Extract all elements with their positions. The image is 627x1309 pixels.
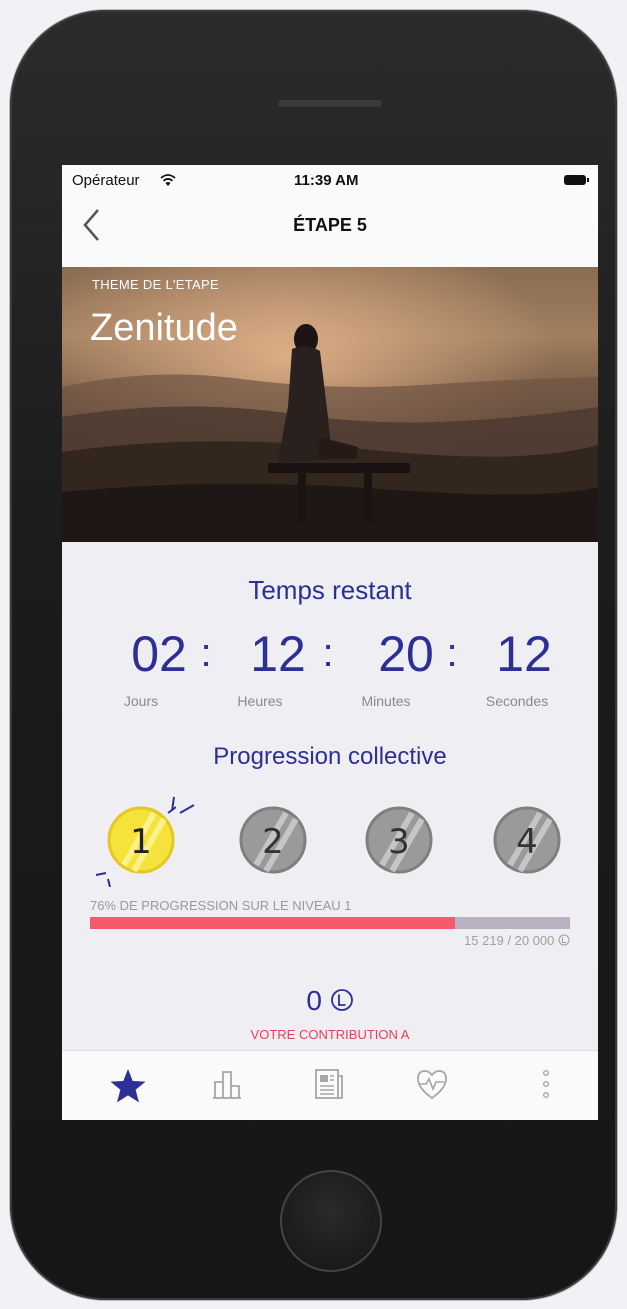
status-bar: Opérateur 11:39 AM xyxy=(62,165,598,195)
countdown-seconds-unit: Secondes xyxy=(485,693,549,709)
status-time: 11:39 AM xyxy=(294,172,359,189)
tab-ranking[interactable] xyxy=(190,1051,270,1120)
wifi-icon xyxy=(160,174,176,186)
tab-bar xyxy=(62,1050,598,1120)
navigation-bar: ÉTAPE 5 xyxy=(62,195,598,268)
sparkle-icon xyxy=(95,872,111,887)
coin-currency-icon xyxy=(558,934,570,946)
contribution-amount: 0 xyxy=(306,985,322,1016)
level-number: 1 xyxy=(130,822,152,862)
countdown-seconds-value: 12 xyxy=(496,626,552,682)
bar-chart-icon xyxy=(213,1071,241,1099)
home-button[interactable] xyxy=(280,1170,382,1272)
countdown-separator: : xyxy=(446,631,458,675)
speaker-grille xyxy=(278,100,382,107)
phone-frame: Opérateur 11:39 AM ÉTAPE 5 THEME DE L'ET… xyxy=(10,10,617,1300)
countdown-separator: : xyxy=(322,631,334,675)
page-title: ÉTAPE 5 xyxy=(293,215,367,235)
countdown-hours-unit: Heures xyxy=(237,693,283,709)
level-3-coin[interactable]: 3 xyxy=(364,805,434,875)
countdown-minutes-unit: Minutes xyxy=(361,693,411,709)
app-screen: Opérateur 11:39 AM ÉTAPE 5 THEME DE L'ET… xyxy=(62,165,598,1120)
more-vertical-icon xyxy=(542,1069,549,1099)
progress-bar-fill xyxy=(90,917,455,929)
tab-star[interactable] xyxy=(88,1051,168,1120)
contribution-label: VOTRE CONTRIBUTION A xyxy=(250,1027,410,1042)
countdown-days-value: 02 xyxy=(131,626,187,682)
coin-currency-icon xyxy=(330,989,353,1011)
tab-news[interactable] xyxy=(290,1051,370,1120)
countdown-minutes-value: 20 xyxy=(378,626,434,682)
carrier-label: Opérateur xyxy=(72,172,140,189)
countdown-hours-value: 12 xyxy=(250,626,306,682)
tab-more[interactable] xyxy=(516,1051,596,1120)
countdown-title: Temps restant xyxy=(248,575,412,605)
battery-icon xyxy=(564,175,589,185)
level-number: 3 xyxy=(388,822,410,862)
star-icon xyxy=(110,1069,146,1103)
countdown-separator: : xyxy=(200,631,212,675)
tab-health[interactable] xyxy=(394,1051,474,1120)
contribution-value: 0 xyxy=(62,985,598,1017)
progress-count: 15 219 / 20 000 xyxy=(464,933,570,948)
theme-title: Zenitude xyxy=(90,307,238,349)
progression-title: Progression collective xyxy=(213,743,447,770)
newspaper-icon xyxy=(315,1069,343,1099)
heart-pulse-icon xyxy=(417,1070,447,1100)
progress-bar xyxy=(90,917,570,929)
level-number: 2 xyxy=(262,822,284,862)
level-4-coin[interactable]: 4 xyxy=(492,805,562,875)
level-2-coin[interactable]: 2 xyxy=(238,805,308,875)
theme-hero-image: THEME DE L'ETAPE Zenitude xyxy=(62,267,598,542)
theme-label: THEME DE L'ETAPE xyxy=(92,277,219,292)
sparkle-icon xyxy=(171,796,195,814)
level-number: 4 xyxy=(516,822,538,862)
progress-label: 76% DE PROGRESSION SUR LE NIVEAU 1 xyxy=(90,898,352,913)
progress-count-value: 15 219 / 20 000 xyxy=(464,933,555,948)
countdown-days-unit: Jours xyxy=(123,693,159,709)
